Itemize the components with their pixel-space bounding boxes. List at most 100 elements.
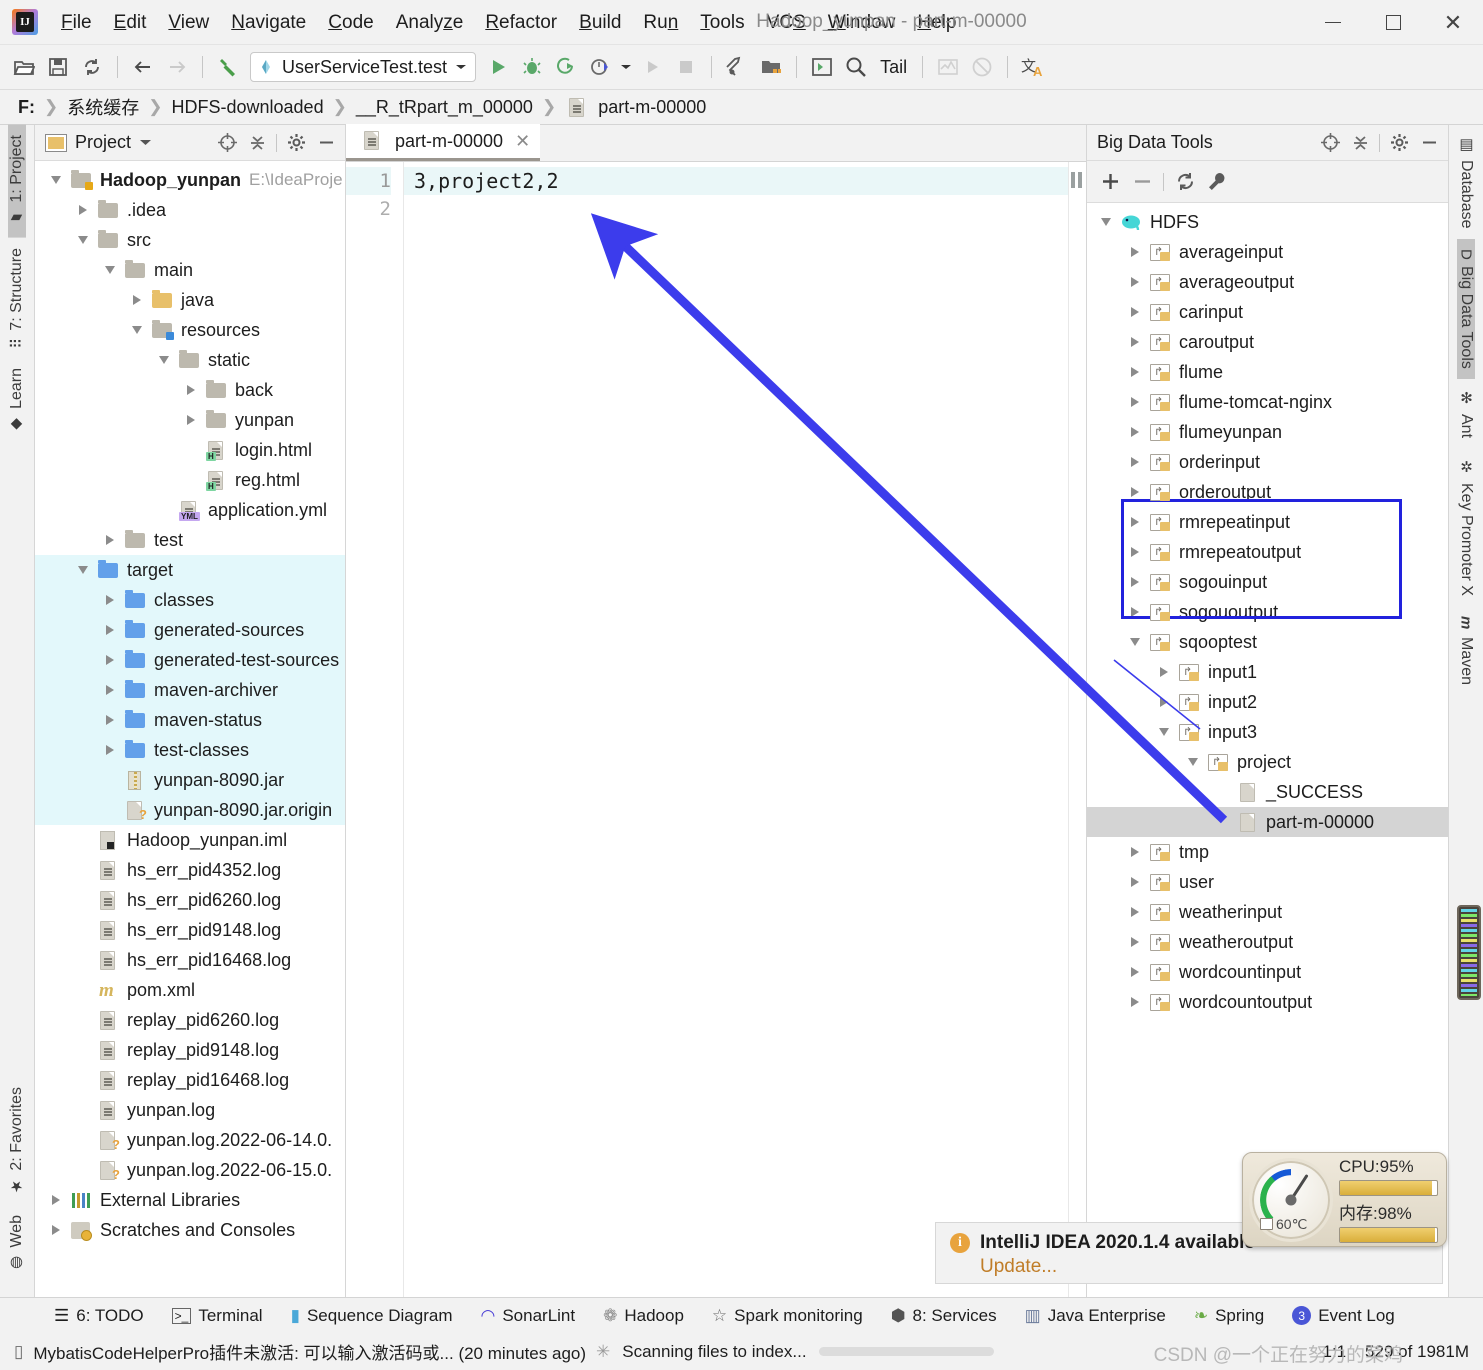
sidebar-item-web[interactable]: ◍ Web: [8, 1205, 26, 1283]
chart-icon[interactable]: [932, 51, 964, 83]
tree-node[interactable]: ↱ input3: [1087, 717, 1448, 747]
tree-expand-arrow-closed[interactable]: [43, 1225, 69, 1235]
tree-expand-arrow-closed[interactable]: [97, 625, 123, 635]
tree-node[interactable]: m pom.xml: [35, 975, 345, 1005]
tree-expand-arrow-closed[interactable]: [97, 685, 123, 695]
message-icon[interactable]: ▯: [14, 1342, 23, 1362]
tree-node[interactable]: yunpan-8090.jar: [35, 765, 345, 795]
system-monitor-widget[interactable]: 60℃ CPU:95% 内存:98%: [1242, 1152, 1447, 1247]
close-icon[interactable]: ✕: [515, 131, 530, 152]
debug-button[interactable]: [516, 51, 548, 83]
collapse-all-icon[interactable]: [244, 130, 270, 156]
tree-expand-arrow-closed[interactable]: [1122, 397, 1148, 407]
open-project-icon[interactable]: [8, 51, 40, 83]
tree-expand-arrow-open[interactable]: [70, 566, 96, 574]
tree-expand-arrow-open[interactable]: [151, 356, 177, 364]
tree-expand-arrow-closed[interactable]: [1122, 577, 1148, 587]
project-panel-title-group[interactable]: Project: [45, 132, 152, 153]
tree-node[interactable]: back: [35, 375, 345, 405]
sidebar-item-favorites[interactable]: ★ 2: Favorites: [8, 1077, 26, 1206]
tree-node[interactable]: ↱ flume: [1087, 357, 1448, 387]
minus-icon[interactable]: [1129, 169, 1155, 195]
tree-node[interactable]: part-m-00000: [1087, 807, 1448, 837]
close-button[interactable]: ✕: [1423, 0, 1483, 45]
tree-node[interactable]: ↱ averageinput: [1087, 237, 1448, 267]
tree-expand-arrow-closed[interactable]: [1122, 547, 1148, 557]
tree-node[interactable]: ? yunpan.log.2022-06-15.0.: [35, 1155, 345, 1185]
tree-node[interactable]: ↱ flume-tomcat-nginx: [1087, 387, 1448, 417]
tree-expand-arrow-closed[interactable]: [43, 1195, 69, 1205]
mute-breakpoints-icon[interactable]: [966, 51, 998, 83]
menu-build[interactable]: Build: [568, 0, 632, 45]
menu-analyze[interactable]: Analyze: [385, 0, 475, 45]
tree-node[interactable]: static: [35, 345, 345, 375]
tree-expand-arrow-closed[interactable]: [70, 205, 96, 215]
menu-navigate[interactable]: Navigate: [220, 0, 317, 45]
breadcrumb-item-0[interactable]: F:: [14, 97, 39, 118]
hide-icon[interactable]: [1416, 130, 1442, 156]
tree-node[interactable]: Hadoop_yunpan E:\IdeaProje: [35, 165, 345, 195]
tree-expand-arrow-closed[interactable]: [1122, 427, 1148, 437]
tree-node[interactable]: generated-test-sources: [35, 645, 345, 675]
tree-expand-arrow-closed[interactable]: [1122, 487, 1148, 497]
stop-button[interactable]: [670, 51, 702, 83]
plugin-message[interactable]: MybatisCodeHelperPro插件未激活: 可以输入激活码或... (…: [33, 1339, 586, 1364]
tree-expand-arrow-closed[interactable]: [1122, 247, 1148, 257]
tree-node[interactable]: hs_err_pid6260.log: [35, 885, 345, 915]
tail-button[interactable]: Tail: [874, 57, 913, 78]
tree-expand-arrow-closed[interactable]: [97, 655, 123, 665]
profile-button[interactable]: [584, 51, 616, 83]
tree-expand-arrow-closed[interactable]: [1122, 337, 1148, 347]
tree-node[interactable]: ? yunpan-8090.jar.origin: [35, 795, 345, 825]
breadcrumb-item-2[interactable]: HDFS-downloaded: [168, 97, 328, 118]
tree-node[interactable]: ↱ orderinput: [1087, 447, 1448, 477]
translate-icon[interactable]: 文A: [1017, 51, 1049, 83]
crosshair-icon[interactable]: [214, 130, 240, 156]
menu-run[interactable]: Run: [632, 0, 689, 45]
editor-content[interactable]: 3,project2,2: [404, 162, 1068, 1297]
tree-expand-arrow-closed[interactable]: [1122, 607, 1148, 617]
tree-node[interactable]: ↱ input2: [1087, 687, 1448, 717]
tree-expand-arrow-closed[interactable]: [97, 715, 123, 725]
tree-node[interactable]: hs_err_pid9148.log: [35, 915, 345, 945]
tree-expand-arrow-closed[interactable]: [1122, 877, 1148, 887]
tree-node[interactable]: ↱ rmrepeatinput: [1087, 507, 1448, 537]
menu-vcs[interactable]: VCS: [756, 0, 817, 45]
tree-node[interactable]: Hlogin.html: [35, 435, 345, 465]
menu-view[interactable]: View: [157, 0, 220, 45]
run-configuration-selector[interactable]: UserServiceTest.test: [250, 52, 477, 82]
minimize-button[interactable]: [1303, 0, 1363, 45]
hdfs-file-tree[interactable]: HDFS ↱ averageinput ↱ averageoutput ↱ carinput…: [1087, 203, 1448, 1297]
statusbar-item-services[interactable]: ⬢ 8: Services: [877, 1298, 1011, 1334]
project-file-tree[interactable]: Hadoop_yunpan E:\IdeaProje .idea src main jav…: [35, 161, 345, 1297]
hide-icon[interactable]: [313, 130, 339, 156]
tree-expand-arrow-closed[interactable]: [178, 385, 204, 395]
tree-expand-arrow-open[interactable]: [1093, 218, 1119, 226]
tree-node[interactable]: ↱ caroutput: [1087, 327, 1448, 357]
tree-node[interactable]: ? yunpan.log.2022-06-14.0.: [35, 1125, 345, 1155]
sidebar-item-project[interactable]: ▰ 1: Project: [8, 125, 26, 238]
tree-node[interactable]: ↱ input1: [1087, 657, 1448, 687]
tree-expand-arrow-closed[interactable]: [124, 295, 150, 305]
tree-node[interactable]: ↱ flumeyunpan: [1087, 417, 1448, 447]
tree-node[interactable]: classes: [35, 585, 345, 615]
statusbar-item-todo[interactable]: ☰ 6: TODO: [40, 1298, 158, 1334]
navigate-back-icon[interactable]: [127, 51, 159, 83]
editor-scrollbar[interactable]: [1068, 162, 1086, 1297]
tree-expand-arrow-closed[interactable]: [1122, 367, 1148, 377]
tree-node[interactable]: HDFS: [1087, 207, 1448, 237]
tree-expand-arrow-closed[interactable]: [1122, 937, 1148, 947]
tree-node[interactable]: yunpan.log: [35, 1095, 345, 1125]
tree-expand-arrow-open[interactable]: [1122, 638, 1148, 646]
tree-node[interactable]: ↱ carinput: [1087, 297, 1448, 327]
tree-node[interactable]: ↱ user: [1087, 867, 1448, 897]
tree-expand-arrow-closed[interactable]: [1122, 277, 1148, 287]
menu-code[interactable]: Code: [317, 0, 384, 45]
tree-expand-arrow-closed[interactable]: [97, 535, 123, 545]
tree-node[interactable]: Scratches and Consoles: [35, 1215, 345, 1245]
tree-node[interactable]: maven-archiver: [35, 675, 345, 705]
tree-node[interactable]: YML application.yml: [35, 495, 345, 525]
tree-node[interactable]: ↱ orderoutput: [1087, 477, 1448, 507]
statusbar-item-sonarlint[interactable]: ◠ SonarLint: [466, 1298, 589, 1334]
statusbar-item-java-enterprise[interactable]: ▥ Java Enterprise: [1011, 1298, 1180, 1334]
